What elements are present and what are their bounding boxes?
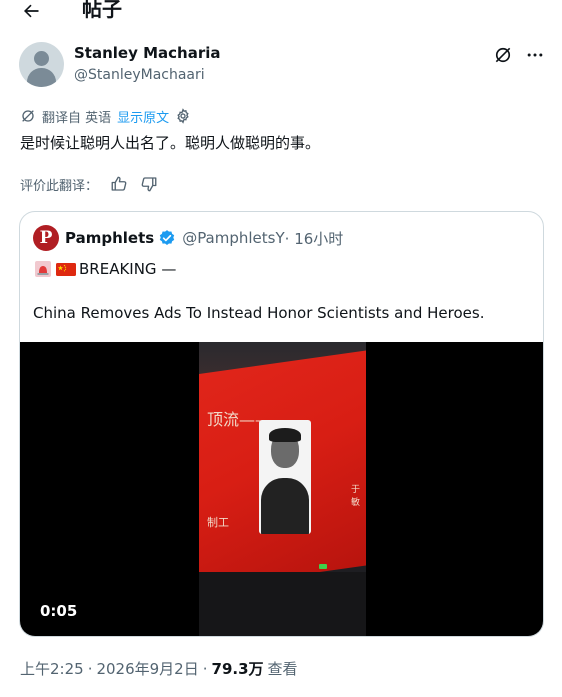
meta-separator-2: ·: [202, 660, 208, 678]
grok-button[interactable]: [492, 44, 514, 66]
grok-icon: [495, 47, 511, 63]
avatar-body: [27, 68, 56, 87]
breaking-line: BREAKING —: [33, 258, 176, 280]
gear-icon[interactable]: [175, 108, 191, 124]
view-count: 79.3万: [211, 660, 264, 678]
rate-translation-label: 评价此翻译：: [20, 178, 99, 194]
author-name[interactable]: Stanley Macharia: [74, 44, 221, 62]
quoted-timestamp[interactable]: · 16小时: [285, 228, 344, 249]
video-player[interactable]: 顶流—— 制工 于敏 0:05: [20, 342, 543, 636]
pamphlets-logo[interactable]: P: [33, 225, 59, 251]
quoted-tweet[interactable]: P Pamphlets @PamphletsY · 16小时 BREAKING …: [19, 211, 544, 637]
billboard-text-2: 制工: [207, 516, 229, 529]
tweet-date[interactable]: 2026年9月2日: [96, 658, 198, 680]
translation-row: 翻译自 英语 显示原文: [20, 106, 191, 126]
video-duration: 0:05: [40, 602, 78, 620]
siren-icon: [33, 261, 53, 277]
video-frame: 顶流—— 制工 于敏: [199, 342, 366, 636]
quoted-tweet-header: P Pamphlets @PamphletsY · 16小时: [33, 225, 344, 251]
video-floor: [199, 572, 366, 636]
author-handle[interactable]: @StanleyMachaari: [74, 66, 205, 84]
more-dots-icon: [527, 53, 543, 57]
views-label: 查看: [267, 660, 298, 678]
page-title: 帖子: [82, 0, 122, 21]
billboard-text-4: 于敏: [351, 485, 361, 508]
show-original-link[interactable]: 显示原文: [117, 107, 169, 126]
tweet-time[interactable]: 上午2:25: [20, 658, 84, 680]
china-flag-icon: [56, 261, 76, 277]
back-button[interactable]: [18, 0, 44, 22]
translated-from-label: 翻译自 英语: [42, 110, 112, 126]
arrow-left-icon: [24, 4, 39, 18]
tweet-meta: 上午2:25 · 2026年9月2日 · 79.3万 查看: [20, 658, 298, 680]
quoted-author-handle[interactable]: @PamphletsY: [182, 229, 284, 247]
tweet-author: Stanley Macharia @StanleyMachaari: [19, 42, 549, 90]
avatar[interactable]: [19, 42, 64, 87]
thumbs-up-icon[interactable]: [110, 175, 128, 193]
verified-badge-icon: [158, 229, 176, 247]
portrait-shoulders: [261, 478, 309, 534]
quoted-author-name[interactable]: Pamphlets: [65, 229, 154, 247]
green-light: [319, 564, 327, 569]
top-header: 帖子: [0, 0, 562, 26]
billboard-portrait: [259, 420, 311, 534]
thumbs-down-icon[interactable]: [140, 175, 158, 193]
tweet-text: 是时候让聪明人出名了。聪明人做聪明的事。: [20, 134, 321, 152]
translate-icon: [20, 108, 36, 124]
portrait-hair: [269, 428, 301, 442]
meta-separator: ·: [87, 660, 93, 678]
breaking-label: BREAKING —: [79, 260, 177, 278]
rate-translation-row: 评价此翻译：: [20, 174, 158, 194]
more-options-button[interactable]: [524, 44, 546, 66]
quoted-tweet-text: China Removes Ads To Instead Honor Scien…: [33, 304, 485, 322]
avatar-head: [34, 51, 49, 66]
